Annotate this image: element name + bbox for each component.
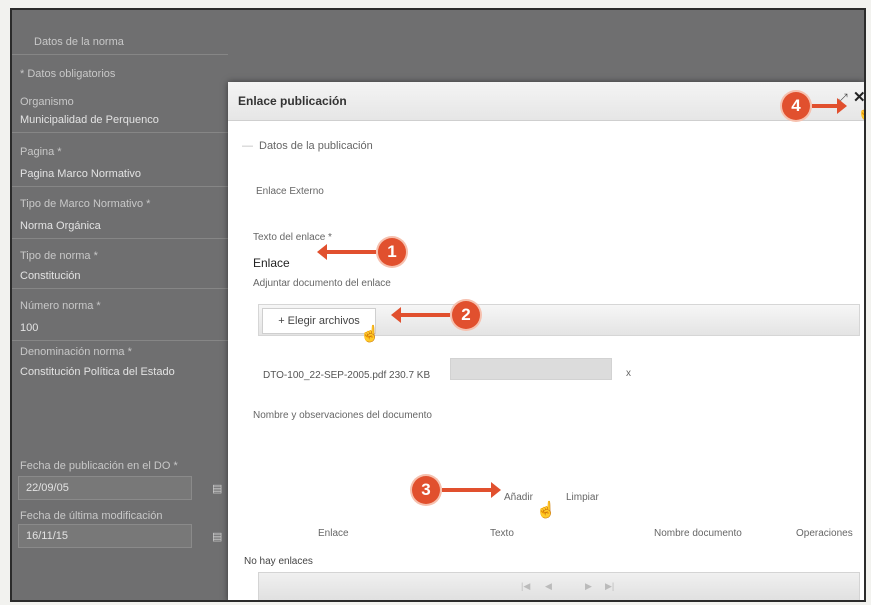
pagina-label: Pagina * <box>20 146 62 158</box>
last-page-icon[interactable]: ▶| <box>605 581 614 592</box>
link-text-label: Texto del enlace * <box>253 232 332 243</box>
tipo-marco-label: Tipo de Marco Normativo * <box>20 198 151 210</box>
clear-button[interactable]: Limpiar <box>566 492 599 503</box>
divider <box>12 340 228 341</box>
organismo-value: Municipalidad de Perquenco <box>20 114 159 126</box>
progress-fill <box>451 359 611 379</box>
annotation-2: 2 <box>452 301 480 329</box>
calendar-icon[interactable]: ▤ <box>212 482 222 495</box>
first-page-icon[interactable]: |◀ <box>521 581 530 592</box>
tipo-marco-field[interactable]: Norma Orgánica <box>20 220 101 232</box>
column-header-text: Texto <box>490 528 514 539</box>
divider <box>12 238 228 239</box>
attach-label: Adjuntar documento del enlace <box>253 278 391 289</box>
hand-cursor-icon: ☝ <box>857 102 864 122</box>
doc-name-label: Nombre y observaciones del documento <box>253 410 432 421</box>
denominacion-label: Denominación norma * <box>20 346 132 358</box>
hand-cursor-icon: ☝ <box>536 502 556 519</box>
pagination-bar: |◀ ◀ ▶ ▶| <box>258 572 860 600</box>
upload-progress-bar <box>450 358 612 380</box>
dialog-header: Enlace publicación ⤢ ✕ <box>228 82 864 121</box>
publication-date-value: 22/09/05 <box>26 482 69 494</box>
required-note: * Datos obligatorios <box>20 68 116 80</box>
numero-norma-label: Número norma * <box>20 300 101 312</box>
external-link-label[interactable]: Enlace Externo <box>256 186 324 197</box>
choose-files-button[interactable]: + Elegir archivos <box>262 308 376 334</box>
denominacion-field[interactable]: Constitución Política del Estado <box>20 366 175 378</box>
remove-file-button[interactable]: x <box>626 368 631 379</box>
next-page-icon[interactable]: ▶ <box>585 581 592 592</box>
tipo-norma-label: Tipo de norma * <box>20 250 98 262</box>
tipo-norma-field[interactable]: Constitución <box>20 270 81 282</box>
uploaded-file-name: DTO-100_22-SEP-2005.pdf 230.7 KB <box>263 370 431 381</box>
section-dash: — <box>242 140 253 152</box>
calendar-icon[interactable]: ▤ <box>212 530 222 543</box>
add-button[interactable]: Añadir <box>504 492 533 503</box>
annotation-arrow-4 <box>812 98 847 114</box>
divider <box>12 54 228 55</box>
app-window: Datos de la norma * Datos obligatorios O… <box>10 8 866 602</box>
annotation-1: 1 <box>378 238 406 266</box>
empty-table-message: No hay enlaces <box>244 556 313 567</box>
prev-page-icon[interactable]: ◀ <box>545 581 552 592</box>
divider <box>12 186 228 187</box>
organismo-label: Organismo <box>20 96 74 108</box>
link-text-input[interactable]: Enlace <box>253 256 290 270</box>
column-header-operations: Operaciones <box>796 528 853 539</box>
dialog-title: Enlace publicación <box>238 94 347 108</box>
annotation-arrow-3 <box>442 482 501 498</box>
pagina-field[interactable]: Pagina Marco Normativo <box>20 168 141 180</box>
numero-norma-field[interactable]: 100 <box>20 322 38 334</box>
column-header-document-name: Nombre documento <box>654 528 742 539</box>
annotation-arrow-1 <box>317 244 376 260</box>
annotation-4: 4 <box>782 92 810 120</box>
publication-section-title: — Datos de la publicación <box>242 140 373 152</box>
column-header-link: Enlace <box>318 528 349 539</box>
divider <box>12 288 228 289</box>
modified-date-value: 16/11/15 <box>26 530 69 542</box>
publication-date-label: Fecha de publicación en el DO * <box>20 460 178 472</box>
annotation-arrow-2 <box>391 307 450 323</box>
form-section-title: Datos de la norma <box>34 36 124 48</box>
modified-date-label: Fecha de última modificación <box>20 510 163 522</box>
link-publication-dialog: Enlace publicación ⤢ ✕ — Datos de la publ… <box>228 82 864 600</box>
section-label: Datos de la publicación <box>259 140 373 152</box>
hand-cursor-icon: ☝ <box>360 326 380 343</box>
divider <box>12 132 228 133</box>
annotation-3: 3 <box>412 476 440 504</box>
